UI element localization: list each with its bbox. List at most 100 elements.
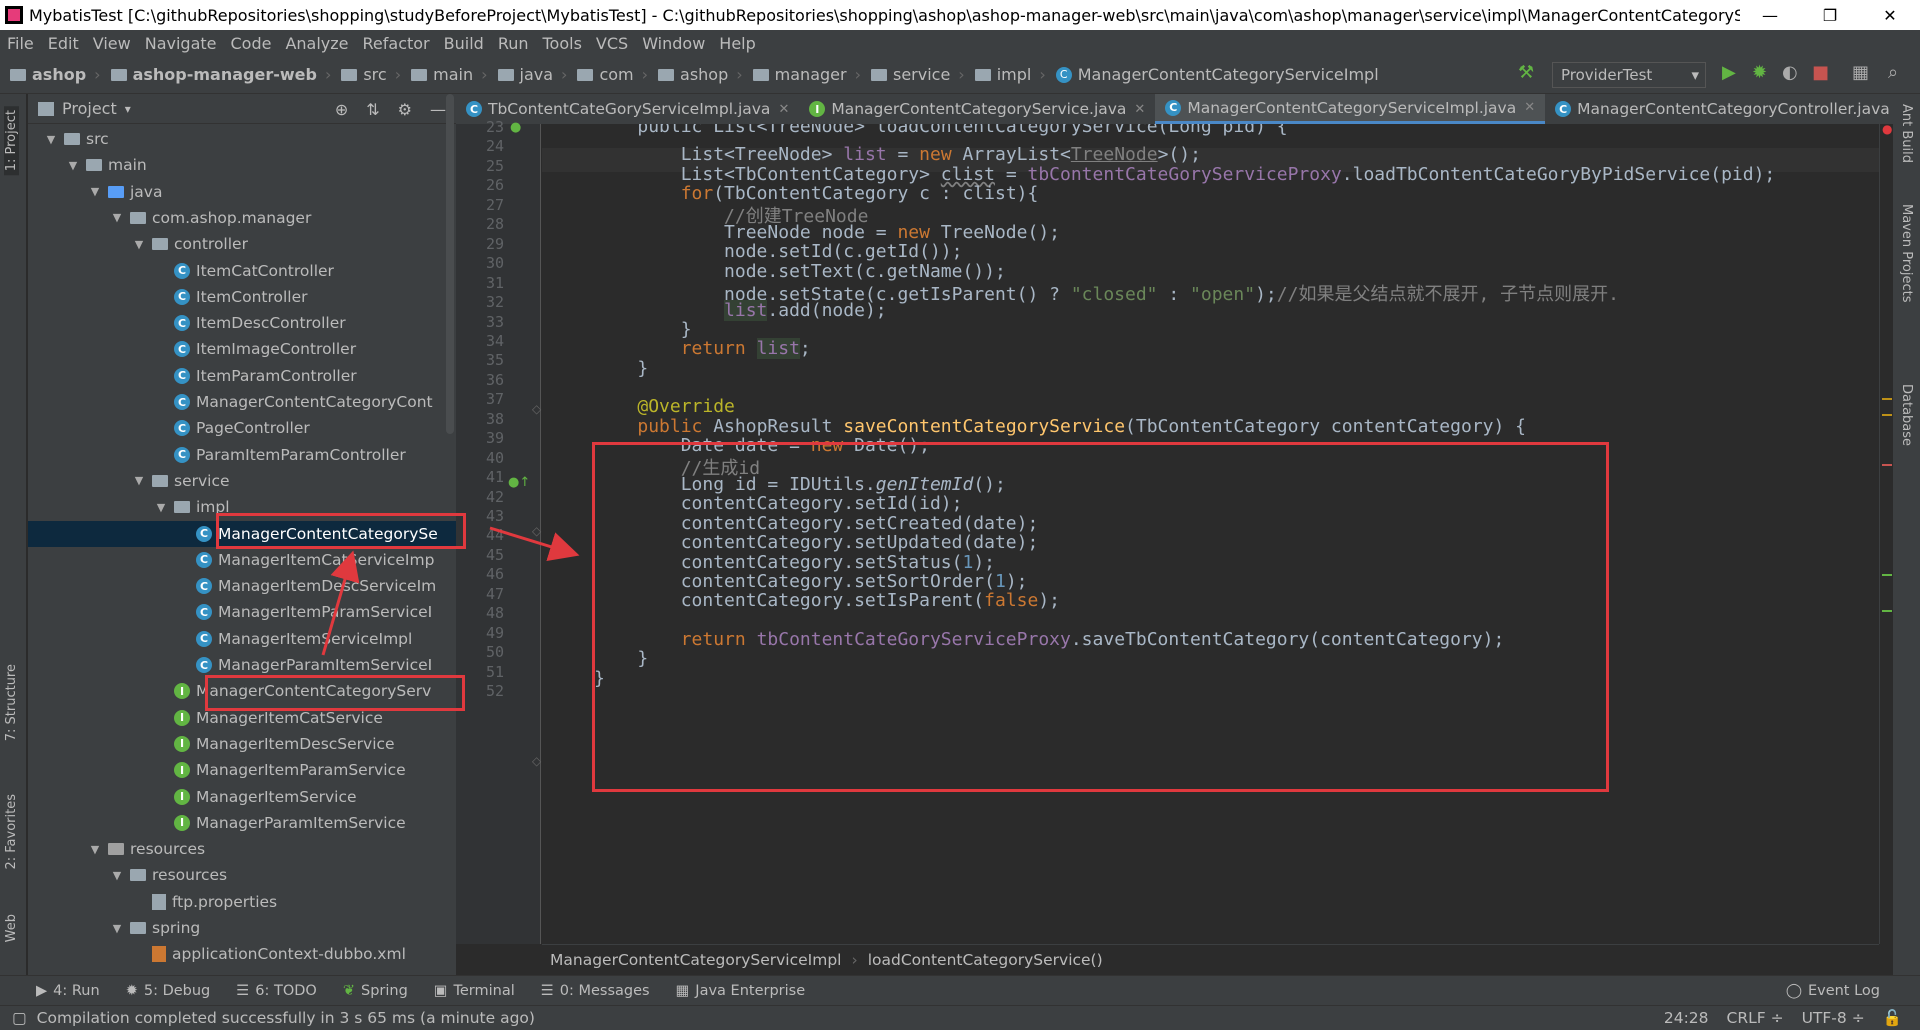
close-icon[interactable]: ✕ <box>1524 100 1535 115</box>
tree-item[interactable]: I ManagerItemParamService <box>174 757 406 783</box>
tree-item[interactable]: I ManagerItemDescService <box>174 731 395 757</box>
tree-item[interactable]: I ManagerParamItemService <box>174 810 406 836</box>
tree-item[interactable]: C ParamItemParamController <box>174 442 406 468</box>
menu-run[interactable]: Run <box>491 34 536 53</box>
crumb-java[interactable]: java › <box>497 65 567 84</box>
crumb-impl[interactable]: impl › <box>974 65 1046 84</box>
collapse-all-icon[interactable]: ⇅ <box>366 100 379 119</box>
coverage-icon[interactable]: ◐ <box>1782 62 1798 83</box>
crumb-ashop-pkg[interactable]: ashop › <box>658 65 743 84</box>
crumb-com[interactable]: com › <box>577 65 648 84</box>
hide-panel-icon[interactable]: — <box>430 100 446 119</box>
project-structure-icon[interactable]: ▦ <box>1852 62 1869 83</box>
tree-item[interactable]: C ItemDescController <box>174 310 346 336</box>
tree-item[interactable]: ▼ service <box>130 468 230 494</box>
tree-item[interactable]: ▼ resources <box>108 862 227 888</box>
tree-item[interactable]: C ItemController <box>174 284 308 310</box>
tree-item[interactable]: C ItemParamController <box>174 363 357 389</box>
crumb-ashop[interactable]: ashop › <box>10 65 101 84</box>
line-separator[interactable]: CRLF ÷ <box>1727 1009 1784 1027</box>
tree-item[interactable]: C ManagerItemServiceImpl <box>196 626 412 652</box>
run-icon[interactable]: ▶ <box>1722 62 1736 83</box>
java-enterprise-tool-button[interactable]: ▦ Java Enterprise <box>676 983 806 999</box>
expand-arrow-icon[interactable]: ▼ <box>42 133 60 146</box>
debug-tool-button[interactable]: ✹ 5: Debug <box>126 983 211 999</box>
lock-icon[interactable]: 🔓 <box>1883 1009 1902 1027</box>
close-icon[interactable]: ✕ <box>778 102 789 117</box>
messages-tool-button[interactable]: ☰ 0: Messages <box>541 983 650 999</box>
crumb-manager[interactable]: manager › <box>752 65 861 84</box>
tree-item[interactable]: C ManagerContentCategoryCont <box>174 389 433 415</box>
todo-tool-button[interactable]: ☰ 6: TODO <box>236 983 317 999</box>
fold-icon[interactable]: ◇ <box>532 754 541 768</box>
expand-arrow-icon[interactable]: ▼ <box>108 869 126 882</box>
expand-arrow-icon[interactable]: ▼ <box>130 238 148 251</box>
run-config-select[interactable]: ProviderTest ▾ <box>1552 62 1706 88</box>
tab-manager-controller[interactable]: CManagerContentCategoryController.java✕ <box>1545 94 1919 124</box>
search-icon[interactable]: ⌕ <box>1888 62 1898 83</box>
tree-item[interactable]: applicationContext-dubbo.xml <box>152 941 406 967</box>
debug-icon[interactable]: ✹ <box>1752 62 1767 83</box>
structure-tool-button[interactable]: 7: Structure <box>4 664 19 741</box>
tree-item[interactable]: C ManagerItemCatServiceImp <box>196 547 434 573</box>
crumb-class[interactable]: C ManagerContentCategoryServiceImpl <box>1055 65 1379 84</box>
expand-arrow-icon[interactable]: ▼ <box>64 159 82 172</box>
expand-arrow-icon[interactable]: ▼ <box>108 922 126 935</box>
crumb-src[interactable]: src › <box>341 65 401 84</box>
tree-item[interactable]: ▼ resources <box>86 836 205 862</box>
spring-tool-button[interactable]: ❦ Spring <box>343 983 408 999</box>
error-indicator-icon[interactable]: ● <box>1882 122 1892 136</box>
breadcrumb-method[interactable]: loadContentCategoryService() <box>868 951 1103 969</box>
project-scrollbar[interactable] <box>446 94 454 434</box>
ant-build-tool-button[interactable]: Ant Build <box>1899 104 1914 163</box>
tree-item[interactable]: C ItemImageController <box>174 336 356 362</box>
tree-item[interactable]: ▼ src <box>42 126 109 152</box>
menu-code[interactable]: Code <box>224 34 279 53</box>
tree-item[interactable]: ▼ java <box>86 179 163 205</box>
editor-marker-strip[interactable]: ● <box>1879 122 1893 944</box>
caret-position[interactable]: 24:28 <box>1664 1009 1709 1027</box>
run-tool-button[interactable]: ▶ 4: Run <box>36 983 100 999</box>
warning-marker[interactable] <box>1882 414 1892 416</box>
tree-item[interactable]: ▼ com.ashop.manager <box>108 205 312 231</box>
tab-manager-service[interactable]: I ManagerContentCategoryService.java ✕ <box>799 94 1155 124</box>
expand-arrow-icon[interactable]: ▼ <box>86 843 104 856</box>
tree-item[interactable]: C ItemCatController <box>174 258 334 284</box>
menu-build[interactable]: Build <box>437 34 491 53</box>
change-marker[interactable] <box>1882 610 1892 612</box>
tree-item[interactable]: ▼ main <box>64 152 147 178</box>
override-marker-icon[interactable]: ●↑ <box>508 475 530 490</box>
expand-arrow-icon[interactable]: ▼ <box>152 501 170 514</box>
tab-tbcontentcategory-impl[interactable]: C TbContentCateGoryServiceImpl.java ✕ <box>456 94 799 124</box>
scroll-from-source-icon[interactable]: ⊕ <box>335 100 348 119</box>
file-encoding[interactable]: UTF-8 ÷ <box>1802 1009 1865 1027</box>
warning-marker[interactable] <box>1882 398 1892 400</box>
minimize-button[interactable]: — <box>1740 0 1800 30</box>
chevron-down-icon[interactable]: ▾ <box>125 102 131 116</box>
restore-button[interactable]: ❐ <box>1800 0 1860 30</box>
menu-edit[interactable]: Edit <box>41 34 86 53</box>
tree-item[interactable]: C ManagerItemParamServiceI <box>196 599 432 625</box>
menu-tools[interactable]: Tools <box>536 34 589 53</box>
breadcrumb-class[interactable]: ManagerContentCategoryServiceImpl <box>550 951 842 969</box>
crumb-module[interactable]: ashop-manager-web › <box>110 65 331 84</box>
project-view-select[interactable]: Project <box>62 99 117 118</box>
expand-arrow-icon[interactable]: ▼ <box>86 185 104 198</box>
menu-vcs[interactable]: VCS <box>589 34 635 53</box>
tree-item[interactable]: C ManagerItemDescServiceIm <box>196 573 436 599</box>
stop-icon[interactable]: ■ <box>1812 62 1829 83</box>
favorites-tool-button[interactable]: 2: Favorites <box>4 794 19 870</box>
web-tool-button[interactable]: Web <box>4 914 19 942</box>
line-number-gutter[interactable]: ● ●↑ ◇ ◇ ◇ 23 24 25 26 27 28 29 30 31 32 33 34 35 36 3… <box>456 118 541 944</box>
menu-analyze[interactable]: Analyze <box>278 34 355 53</box>
fold-icon[interactable]: ◇ <box>532 524 541 538</box>
toggle-tool-windows-icon[interactable]: ▢ <box>12 1009 27 1027</box>
database-tool-button[interactable]: Database <box>1899 384 1914 446</box>
close-button[interactable]: ✕ <box>1860 0 1920 30</box>
menu-navigate[interactable]: Navigate <box>138 34 224 53</box>
menu-file[interactable]: File <box>0 34 41 53</box>
tree-item[interactable]: ftp.properties <box>152 889 277 915</box>
maven-projects-tool-button[interactable]: Maven Projects <box>1899 204 1914 303</box>
implements-marker-icon[interactable]: ● <box>510 120 521 135</box>
change-marker[interactable] <box>1882 574 1892 576</box>
